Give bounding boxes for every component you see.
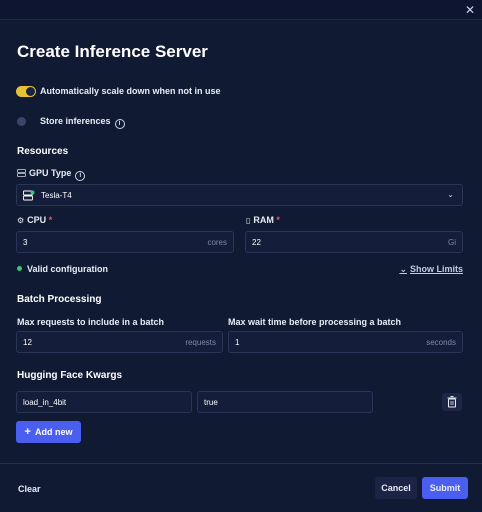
max-requests-value: 12 [23, 338, 32, 347]
max-wait-label: Max wait time before processing a batch [228, 317, 402, 327]
cpu-input[interactable]: 3 cores [16, 231, 234, 253]
submit-button[interactable]: Submit [422, 477, 468, 499]
chevron-down-icon: ⌄ [399, 264, 407, 274]
store-inferences-radio[interactable] [17, 117, 26, 126]
ram-value: 22 [252, 238, 261, 247]
plus-icon: + [24, 426, 31, 438]
show-limits-link[interactable]: ⌄ Show Limits [399, 264, 463, 275]
cpu-value: 3 [23, 238, 28, 247]
dialog-top-bar: ✕ [0, 0, 482, 20]
max-wait-unit: seconds [426, 338, 456, 347]
kwarg-value-value: true [204, 398, 218, 407]
close-icon[interactable]: ✕ [462, 2, 478, 18]
cpu-icon: ⚙ [17, 216, 25, 225]
server-icon [17, 169, 26, 177]
delete-kwarg-button[interactable] [442, 393, 462, 411]
trash-icon [447, 396, 457, 408]
clear-button[interactable]: Clear [18, 484, 41, 494]
autoscale-toggle[interactable] [16, 86, 36, 97]
store-inferences-label: Store inferences i [40, 116, 125, 129]
cpu-label: ⚙ CPU * [17, 215, 53, 225]
max-wait-input[interactable]: 1 seconds [228, 331, 463, 353]
add-new-button[interactable]: + Add new [16, 421, 81, 443]
info-icon[interactable]: i [75, 171, 86, 181]
max-requests-unit: requests [185, 338, 216, 347]
chevron-down-icon: ⌄ [447, 190, 454, 199]
hugging-face-kwargs-heading: Hugging Face Kwargs [17, 370, 123, 381]
valid-configuration-text: Valid configuration [27, 264, 109, 274]
max-requests-label: Max requests to include in a batch [17, 317, 165, 327]
gpu-type-label: GPU Type i [17, 168, 86, 181]
info-icon[interactable]: i [114, 119, 125, 129]
dialog-footer: Clear Cancel Submit [0, 463, 482, 512]
cancel-button[interactable]: Cancel [375, 477, 417, 499]
resources-heading: Resources [17, 146, 69, 157]
memory-icon: ▯ [246, 216, 251, 225]
ram-unit: Gi [448, 238, 456, 247]
gpu-type-select[interactable]: Tesla-T4 ⌄ [16, 184, 463, 206]
kwarg-key-input[interactable]: load_in_4bit [16, 391, 192, 413]
gpu-server-icon [23, 190, 35, 201]
valid-status-dot [17, 266, 22, 271]
dialog-title: Create Inference Server [17, 42, 208, 61]
kwarg-value-input[interactable]: true [197, 391, 373, 413]
max-requests-input[interactable]: 12 requests [16, 331, 223, 353]
cpu-unit: cores [207, 238, 227, 247]
ram-input[interactable]: 22 Gi [245, 231, 463, 253]
autoscale-label: Automatically scale down when not in use [40, 86, 221, 96]
max-wait-value: 1 [235, 338, 240, 347]
gpu-type-value: Tesla-T4 [41, 191, 72, 200]
batch-processing-heading: Batch Processing [17, 294, 102, 305]
kwarg-key-value: load_in_4bit [23, 398, 67, 407]
ram-label: ▯ RAM * [246, 215, 280, 225]
toggle-knob [26, 87, 35, 96]
